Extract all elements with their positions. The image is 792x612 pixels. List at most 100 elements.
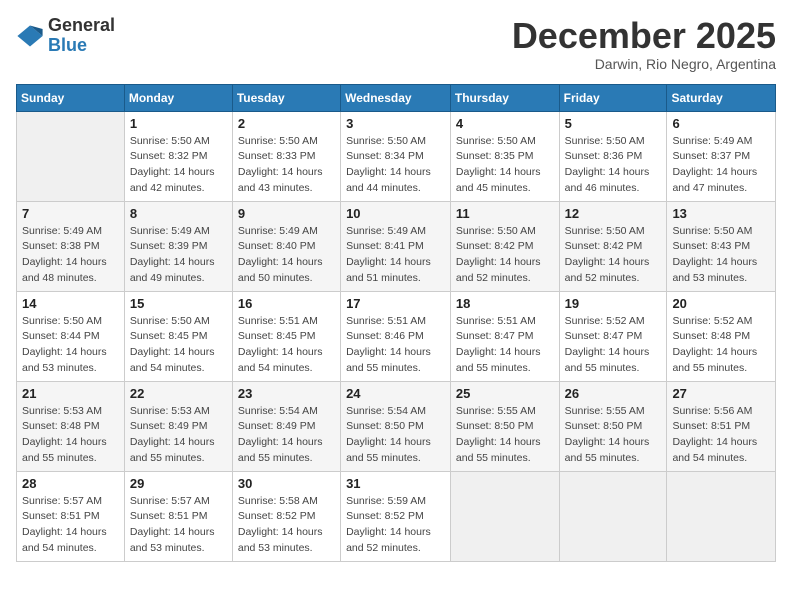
logo-icon (16, 22, 44, 50)
calendar-week-row: 14 Sunrise: 5:50 AMSunset: 8:44 PMDayligh… (17, 291, 776, 381)
day-detail: Sunrise: 5:50 AMSunset: 8:36 PMDaylight:… (565, 134, 662, 197)
calendar-cell: 22 Sunrise: 5:53 AMSunset: 8:49 PMDayligh… (124, 381, 232, 471)
calendar-cell: 8 Sunrise: 5:49 AMSunset: 8:39 PMDaylight… (124, 201, 232, 291)
calendar-week-row: 28 Sunrise: 5:57 AMSunset: 8:51 PMDayligh… (17, 471, 776, 561)
title-block: December 2025 Darwin, Rio Negro, Argenti… (512, 16, 776, 72)
calendar-cell: 1 Sunrise: 5:50 AMSunset: 8:32 PMDaylight… (124, 111, 232, 201)
day-number: 2 (238, 116, 335, 131)
weekday-header-row: SundayMondayTuesdayWednesdayThursdayFrid… (17, 84, 776, 111)
day-detail: Sunrise: 5:50 AMSunset: 8:34 PMDaylight:… (346, 134, 445, 197)
calendar-week-row: 21 Sunrise: 5:53 AMSunset: 8:48 PMDayligh… (17, 381, 776, 471)
day-number: 19 (565, 296, 662, 311)
calendar-cell: 28Sunrise: 5:57 AMSunset: 8:51 PMDayligh… (17, 471, 125, 561)
day-number: 27 (672, 386, 770, 401)
day-detail: Sunrise: 5:53 AMSunset: 8:49 PMDaylight:… (130, 404, 227, 467)
day-number: 16 (238, 296, 335, 311)
calendar-cell: 9 Sunrise: 5:49 AMSunset: 8:40 PMDaylight… (232, 201, 340, 291)
day-detail: Sunrise: 5:50 AMSunset: 8:35 PMDaylight:… (456, 134, 554, 197)
day-number: 9 (238, 206, 335, 221)
day-detail: Sunrise: 5:52 AMSunset: 8:48 PMDaylight:… (672, 314, 770, 377)
calendar-cell: 23Sunrise: 5:54 AMSunset: 8:49 PMDayligh… (232, 381, 340, 471)
day-detail: Sunrise: 5:54 AMSunset: 8:50 PMDaylight:… (346, 404, 445, 467)
day-number: 26 (565, 386, 662, 401)
calendar-cell: 12 Sunrise: 5:50 AMSunset: 8:42 PMDayligh… (559, 201, 667, 291)
calendar-cell: 16Sunrise: 5:51 AMSunset: 8:45 PMDayligh… (232, 291, 340, 381)
calendar-cell: 5 Sunrise: 5:50 AMSunset: 8:36 PMDaylight… (559, 111, 667, 201)
page-header: General Blue December 2025 Darwin, Rio N… (16, 16, 776, 72)
weekday-header: Wednesday (341, 84, 451, 111)
day-detail: Sunrise: 5:50 AMSunset: 8:42 PMDaylight:… (456, 224, 554, 287)
weekday-header: Thursday (450, 84, 559, 111)
location-text: Darwin, Rio Negro, Argentina (512, 56, 776, 72)
calendar-cell: 6Sunrise: 5:49 AMSunset: 8:37 PMDaylight… (667, 111, 776, 201)
day-number: 15 (130, 296, 227, 311)
calendar-cell: 25 Sunrise: 5:55 AMSunset: 8:50 PMDayligh… (450, 381, 559, 471)
weekday-header: Monday (124, 84, 232, 111)
day-detail: Sunrise: 5:55 AMSunset: 8:50 PMDaylight:… (565, 404, 662, 467)
calendar-cell: 2Sunrise: 5:50 AMSunset: 8:33 PMDaylight… (232, 111, 340, 201)
day-number: 13 (672, 206, 770, 221)
day-detail: Sunrise: 5:57 AMSunset: 8:51 PMDaylight:… (130, 494, 227, 557)
calendar-cell (559, 471, 667, 561)
day-detail: Sunrise: 5:49 AMSunset: 8:39 PMDaylight:… (130, 224, 227, 287)
calendar-cell (17, 111, 125, 201)
day-detail: Sunrise: 5:51 AMSunset: 8:47 PMDaylight:… (456, 314, 554, 377)
day-number: 11 (456, 206, 554, 221)
day-detail: Sunrise: 5:50 AMSunset: 8:42 PMDaylight:… (565, 224, 662, 287)
day-number: 24 (346, 386, 445, 401)
weekday-header: Tuesday (232, 84, 340, 111)
calendar-cell: 17 Sunrise: 5:51 AMSunset: 8:46 PMDayligh… (341, 291, 451, 381)
calendar-cell: 7 Sunrise: 5:49 AMSunset: 8:38 PMDaylight… (17, 201, 125, 291)
day-number: 31 (346, 476, 445, 491)
calendar-cell: 15 Sunrise: 5:50 AMSunset: 8:45 PMDayligh… (124, 291, 232, 381)
day-number: 25 (456, 386, 554, 401)
day-detail: Sunrise: 5:50 AMSunset: 8:44 PMDaylight:… (22, 314, 119, 377)
calendar-cell: 20 Sunrise: 5:52 AMSunset: 8:48 PMDayligh… (667, 291, 776, 381)
calendar-cell: 14 Sunrise: 5:50 AMSunset: 8:44 PMDayligh… (17, 291, 125, 381)
day-number: 28 (22, 476, 119, 491)
calendar-cell: 3 Sunrise: 5:50 AMSunset: 8:34 PMDaylight… (341, 111, 451, 201)
day-number: 12 (565, 206, 662, 221)
weekday-header: Saturday (667, 84, 776, 111)
calendar-cell: 26 Sunrise: 5:55 AMSunset: 8:50 PMDayligh… (559, 381, 667, 471)
day-number: 5 (565, 116, 662, 131)
calendar-cell: 30 Sunrise: 5:58 AMSunset: 8:52 PMDayligh… (232, 471, 340, 561)
day-number: 14 (22, 296, 119, 311)
calendar-cell (450, 471, 559, 561)
weekday-header: Friday (559, 84, 667, 111)
logo-general-text: General (48, 15, 115, 35)
day-number: 20 (672, 296, 770, 311)
day-number: 30 (238, 476, 335, 491)
calendar-cell: 13 Sunrise: 5:50 AMSunset: 8:43 PMDayligh… (667, 201, 776, 291)
day-detail: Sunrise: 5:58 AMSunset: 8:52 PMDaylight:… (238, 494, 335, 557)
day-number: 8 (130, 206, 227, 221)
day-number: 17 (346, 296, 445, 311)
day-detail: Sunrise: 5:50 AMSunset: 8:43 PMDaylight:… (672, 224, 770, 287)
month-title: December 2025 (512, 16, 776, 56)
day-detail: Sunrise: 5:50 AMSunset: 8:45 PMDaylight:… (130, 314, 227, 377)
day-number: 3 (346, 116, 445, 131)
day-number: 21 (22, 386, 119, 401)
day-number: 22 (130, 386, 227, 401)
calendar-cell: 10Sunrise: 5:49 AMSunset: 8:41 PMDayligh… (341, 201, 451, 291)
calendar-cell: 24 Sunrise: 5:54 AMSunset: 8:50 PMDayligh… (341, 381, 451, 471)
day-number: 10 (346, 206, 445, 221)
calendar-cell (667, 471, 776, 561)
day-detail: Sunrise: 5:49 AMSunset: 8:40 PMDaylight:… (238, 224, 335, 287)
day-detail: Sunrise: 5:52 AMSunset: 8:47 PMDaylight:… (565, 314, 662, 377)
calendar-cell: 19 Sunrise: 5:52 AMSunset: 8:47 PMDayligh… (559, 291, 667, 381)
day-detail: Sunrise: 5:49 AMSunset: 8:38 PMDaylight:… (22, 224, 119, 287)
calendar-table: SundayMondayTuesdayWednesdayThursdayFrid… (16, 84, 776, 562)
day-detail: Sunrise: 5:55 AMSunset: 8:50 PMDaylight:… (456, 404, 554, 467)
calendar-week-row: 1 Sunrise: 5:50 AMSunset: 8:32 PMDaylight… (17, 111, 776, 201)
day-detail: Sunrise: 5:53 AMSunset: 8:48 PMDaylight:… (22, 404, 119, 467)
day-detail: Sunrise: 5:56 AMSunset: 8:51 PMDaylight:… (672, 404, 770, 467)
day-number: 7 (22, 206, 119, 221)
day-detail: Sunrise: 5:54 AMSunset: 8:49 PMDaylight:… (238, 404, 335, 467)
day-detail: Sunrise: 5:51 AMSunset: 8:46 PMDaylight:… (346, 314, 445, 377)
day-number: 18 (456, 296, 554, 311)
day-detail: Sunrise: 5:50 AMSunset: 8:32 PMDaylight:… (130, 134, 227, 197)
day-number: 4 (456, 116, 554, 131)
logo-blue-text: Blue (48, 35, 87, 55)
day-number: 1 (130, 116, 227, 131)
